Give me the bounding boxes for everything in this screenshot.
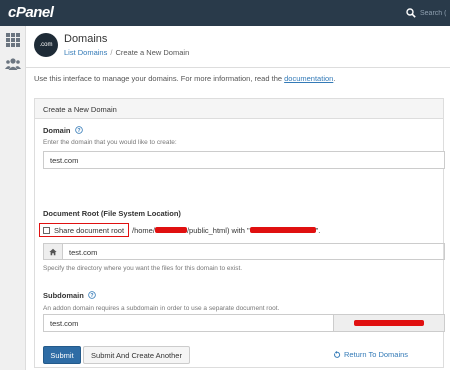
breadcrumb: List Domains / Create a New Domain — [64, 48, 189, 57]
help-icon[interactable]: ? — [88, 291, 96, 299]
users-icon[interactable] — [5, 56, 21, 72]
subdomain-suffix — [333, 314, 445, 332]
docroot-addon — [43, 243, 63, 260]
top-bar: cPanel Search ( — [0, 0, 450, 26]
return-icon — [334, 350, 341, 358]
subdomain-input[interactable]: test.com — [43, 314, 334, 332]
breadcrumb-current: Create a New Domain — [115, 48, 190, 57]
domains-logo: .com — [34, 33, 58, 57]
docroot-input-group: test.com — [43, 243, 445, 260]
docroot-input[interactable]: test.com — [62, 243, 445, 260]
panel-heading: Create a New Domain — [35, 99, 443, 119]
docroot-label: Document Root (File System Location) — [43, 209, 181, 218]
subdomain-label-row: Subdomain ? — [43, 291, 96, 300]
return-label[interactable]: Return To Domains — [344, 350, 408, 359]
documentation-link[interactable]: documentation — [284, 74, 333, 83]
path-prefix: /home/ — [132, 226, 155, 235]
redacted-domain — [249, 227, 316, 233]
page-title: Domains — [64, 33, 108, 45]
domain-label: Domain — [43, 126, 71, 135]
subdomain-input-group: test.com — [43, 314, 445, 332]
docroot-hint: Specify the directory where you want the… — [43, 265, 243, 272]
grid-icon[interactable] — [5, 32, 21, 48]
search-placeholder[interactable]: Search ( — [420, 10, 446, 17]
domain-hint: Enter the domain that you would like to … — [43, 139, 177, 146]
share-docroot-label[interactable]: Share document root — [54, 226, 124, 235]
create-domain-panel: Create a New Domain Domain ? Enter the d… — [34, 98, 445, 368]
breadcrumb-separator: / — [110, 48, 113, 57]
share-docroot-highlight[interactable]: Share document root — [39, 223, 129, 237]
intro-body: Use this interface to manage your domain… — [34, 74, 285, 83]
subdomain-hint: An addon domain requires a subdomain in … — [43, 305, 280, 312]
domain-input[interactable]: test.com — [43, 151, 445, 169]
svg-text:?: ? — [90, 293, 93, 299]
redacted-subdomain-suffix — [354, 320, 424, 326]
help-icon[interactable]: ? — [74, 126, 83, 134]
svg-text:?: ? — [77, 128, 80, 134]
header-divider — [26, 67, 450, 68]
search-icon — [406, 8, 416, 18]
share-docroot-checkbox[interactable] — [43, 226, 50, 234]
home-icon — [49, 248, 57, 255]
intro-end: . — [333, 74, 336, 83]
docroot-path-text: /home/ /public_html) with " ". — [132, 226, 320, 235]
path-middle: /public_html) with " — [186, 226, 250, 235]
main-content: .com Domains List Domains / Create a New D… — [26, 26, 450, 370]
cpanel-logo[interactable]: cPanel — [8, 4, 54, 21]
domain-label-row: Domain ? — [43, 126, 83, 135]
breadcrumb-list-domains[interactable]: List Domains — [64, 48, 107, 57]
subdomain-label: Subdomain — [43, 291, 84, 300]
intro-text: Use this interface to manage your domain… — [34, 74, 335, 83]
submit-another-button[interactable]: Submit And Create Another — [83, 346, 190, 364]
return-to-domains-link[interactable]: Return To Domains — [333, 350, 408, 359]
redacted-username — [154, 227, 187, 233]
search-box[interactable]: Search ( — [406, 5, 450, 21]
left-sidebar — [0, 26, 26, 370]
path-end: ". — [315, 226, 321, 235]
submit-button[interactable]: Submit — [43, 346, 81, 364]
